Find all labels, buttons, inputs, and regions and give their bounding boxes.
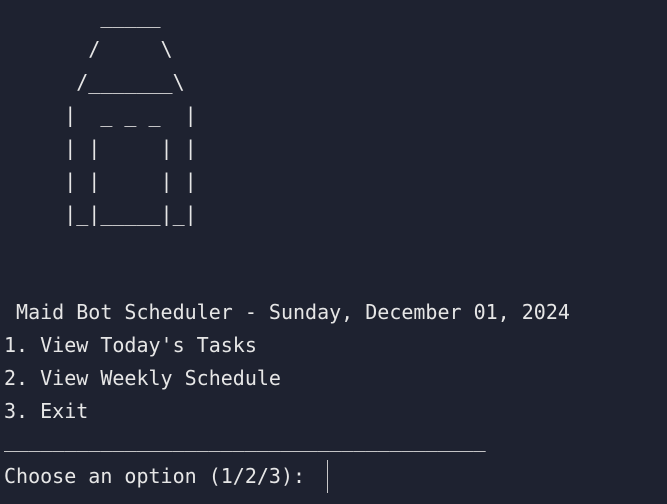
house-ascii-art: _____ / \ /_______\ | _ _ _ | | | | | | …: [4, 0, 197, 231]
terminal-window: _____ / \ /_______\ | _ _ _ | | | | | | …: [0, 0, 667, 504]
ascii-line: _____: [4, 4, 161, 28]
ascii-line: / \: [4, 37, 173, 61]
ascii-line: | _ _ _ |: [4, 103, 197, 127]
prompt-label: Choose an option (1/2/3):: [4, 464, 306, 488]
main-menu: Maid Bot Scheduler - Sunday, December 01…: [4, 296, 570, 428]
ascii-line: /_______\: [4, 70, 185, 94]
menu-item-view-weekly[interactable]: 2. View Weekly Schedule: [4, 362, 570, 395]
app-title: Maid Bot Scheduler - Sunday, December 01…: [4, 300, 570, 324]
option-input[interactable]: [311, 460, 326, 493]
text-cursor: [327, 460, 329, 493]
ascii-line: | | | |: [4, 136, 197, 160]
ascii-line: |_|_____|_|: [4, 202, 197, 226]
prompt-row: Choose an option (1/2/3):: [4, 460, 329, 493]
divider: ________________________________________: [4, 428, 486, 452]
menu-item-view-today[interactable]: 1. View Today's Tasks: [4, 329, 570, 362]
ascii-line: | | | |: [4, 169, 197, 193]
